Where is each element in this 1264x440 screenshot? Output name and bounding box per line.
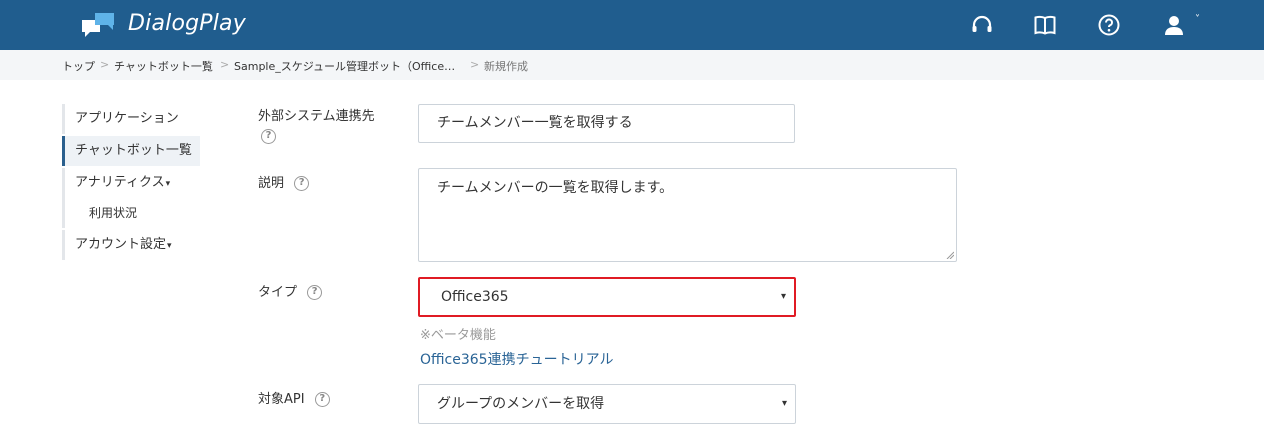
chevron-down-icon: ▾ xyxy=(780,291,786,302)
breadcrumb-top[interactable]: トップ xyxy=(62,58,95,74)
app-name[interactable]: DialogPlay xyxy=(128,11,246,36)
breadcrumb: トップ > チャットボット一覧 > Sample_スケジュール管理ボット（Off… xyxy=(0,50,1264,80)
headset-icon[interactable] xyxy=(970,13,994,37)
help-icon[interactable]: ? xyxy=(294,176,310,191)
breadcrumb-separator: > xyxy=(220,58,230,71)
help-icon[interactable]: ? xyxy=(314,392,330,407)
caret-down-icon: ▾ xyxy=(167,241,172,251)
external-system-label: 外部システム連携先 xyxy=(258,105,375,124)
external-system-field[interactable]: チームメンバー一覧を取得する xyxy=(418,104,795,143)
top-header: DialogPlay ˅ xyxy=(0,0,1264,50)
target-api-label-text: 対象API xyxy=(258,392,305,407)
help-icon[interactable] xyxy=(1097,13,1121,37)
sidebar-item-label: アカウント設定 xyxy=(75,237,167,252)
sidebar-item-applications[interactable]: アプリケーション xyxy=(62,104,200,134)
office365-tutorial-link[interactable]: Office365連携チュートリアル xyxy=(420,349,613,369)
breadcrumb-bot[interactable]: Sample_スケジュール管理ボット（Office… xyxy=(234,58,455,74)
user-icon[interactable] xyxy=(1162,13,1186,37)
sidebar-item-label: 利用状況 xyxy=(89,206,138,220)
resize-handle-icon[interactable] xyxy=(946,251,954,259)
breadcrumb-separator: > xyxy=(470,58,480,71)
type-select[interactable]: Office365 ▾ xyxy=(418,277,796,317)
type-select-value: Office365 xyxy=(441,289,509,305)
beta-note: ※ベータ機能 xyxy=(420,328,496,343)
caret-down-icon: ▾ xyxy=(165,179,171,189)
chevron-down-icon: ▾ xyxy=(781,398,787,409)
sidebar-item-label: アナリティクス xyxy=(75,175,165,190)
help-icon[interactable]: ? xyxy=(307,285,323,300)
sidebar-item-analytics[interactable]: アナリティクス▾ xyxy=(62,168,200,198)
description-text: チームメンバーの一覧を取得します。 xyxy=(437,180,674,196)
chat-bubbles-logo-icon[interactable] xyxy=(82,12,116,38)
target-api-select-value: グループのメンバーを取得 xyxy=(437,396,605,412)
type-label-text: タイプ xyxy=(258,285,298,300)
description-textarea[interactable]: チームメンバーの一覧を取得します。 xyxy=(418,168,957,262)
target-api-select[interactable]: グループのメンバーを取得 ▾ xyxy=(418,384,796,424)
sidebar-item-usage[interactable]: 利用状況 xyxy=(62,198,200,228)
breadcrumb-chatbot-list[interactable]: チャットボット一覧 xyxy=(114,58,213,74)
breadcrumb-current: 新規作成 xyxy=(484,60,528,73)
breadcrumb-separator: > xyxy=(100,58,110,71)
book-icon[interactable] xyxy=(1033,13,1057,37)
sidebar-item-chatbot-list[interactable]: チャットボット一覧 xyxy=(62,136,200,166)
sidebar-item-account-settings[interactable]: アカウント設定▾ xyxy=(62,230,200,260)
sidebar-item-label: アプリケーション xyxy=(75,111,179,126)
description-label: 説明 ? xyxy=(258,172,310,191)
type-label: タイプ ? xyxy=(258,281,323,300)
help-icon[interactable]: ? xyxy=(261,129,276,144)
target-api-label: 対象API ? xyxy=(258,388,330,407)
sidebar-item-label: チャットボット一覧 xyxy=(75,143,192,158)
external-system-label-text: 外部システム連携先 xyxy=(258,109,375,124)
description-label-text: 説明 xyxy=(258,176,285,191)
chevron-down-icon[interactable]: ˅ xyxy=(1195,14,1200,25)
